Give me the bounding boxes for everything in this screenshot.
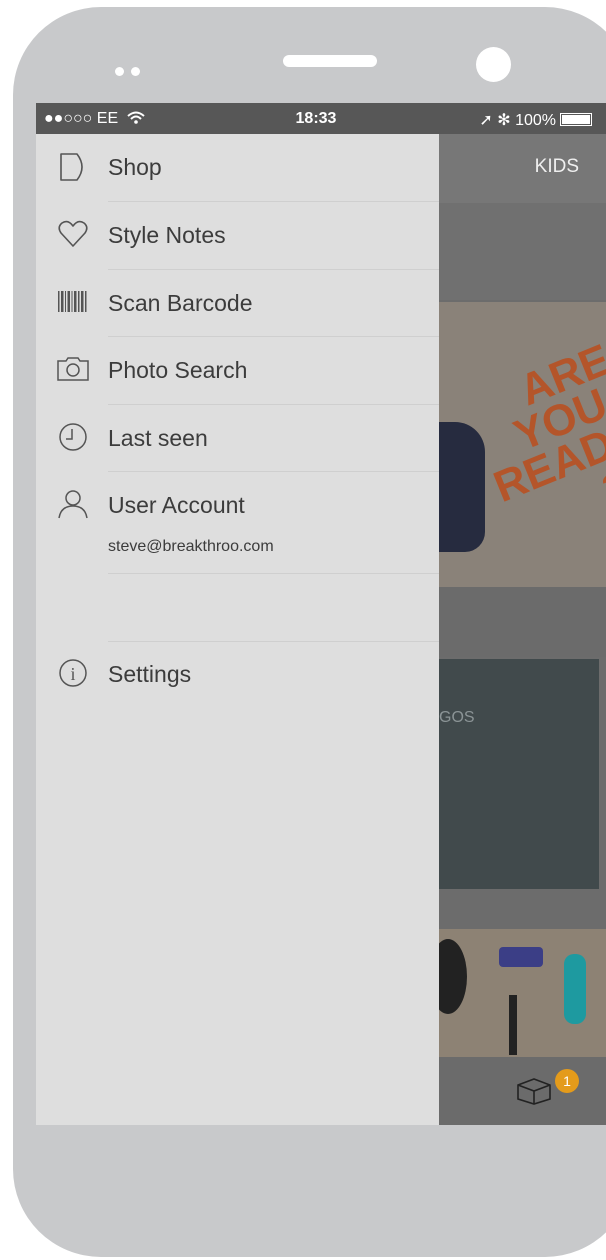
menu-item-settings[interactable]: i Settings — [36, 653, 439, 720]
side-menu-drawer: Shop Style Notes Scan Barcode Photo Sear… — [36, 134, 439, 1125]
background-bottom-bar: 1 — [439, 1057, 606, 1125]
product-shoe — [564, 954, 586, 1024]
menu-item-style-notes[interactable]: Style Notes — [36, 202, 439, 269]
play-outline-icon — [60, 153, 83, 181]
barcode-icon — [58, 291, 87, 312]
status-right: ➚ ✻ 100% — [479, 110, 592, 130]
background-header — [439, 134, 606, 203]
product-cap — [439, 939, 467, 1014]
status-bar: ●●○○○ EE 18:33 ➚ ✻ 100% — [36, 103, 606, 134]
category-tile[interactable]: GOS — [439, 659, 599, 889]
screen: ●●○○○ EE 18:33 ➚ ✻ 100% KIDS ARE YOU REA… — [36, 103, 606, 1125]
menu-item-label: User Account — [108, 492, 245, 518]
category-tile-label: GOS — [439, 709, 475, 726]
phone-camera — [476, 47, 511, 82]
background-strip — [439, 587, 606, 657]
menu-item-label: Shop — [108, 154, 162, 180]
menu-item-label: Settings — [108, 661, 192, 687]
menu-item-label: Scan Barcode — [108, 290, 253, 316]
menu-item-user-account[interactable]: User Account steve@breakthroo.com — [36, 472, 439, 572]
menu-item-label: Photo Search — [108, 357, 248, 383]
menu-item-label: Last seen — [108, 425, 208, 451]
camera-icon — [57, 357, 89, 381]
battery-icon — [560, 113, 592, 126]
clock-icon — [59, 423, 87, 451]
cart-count-badge: 1 — [555, 1069, 579, 1093]
menu-item-scan-barcode[interactable]: Scan Barcode — [36, 270, 439, 337]
phone-speaker — [283, 55, 377, 67]
background-band — [439, 203, 606, 300]
svg-text:i: i — [70, 664, 75, 684]
sensor-dots — [115, 63, 147, 81]
product-case — [499, 947, 543, 967]
menu-item-photo-search[interactable]: Photo Search — [36, 337, 439, 404]
tab-kids[interactable]: KIDS — [535, 156, 579, 178]
user-icon — [58, 490, 88, 519]
menu-item-shop[interactable]: Shop — [36, 134, 439, 201]
user-email: steve@breakthroo.com — [108, 538, 274, 555]
info-circle-icon: i — [59, 659, 87, 687]
basket-box-icon[interactable] — [515, 1075, 553, 1105]
divider — [108, 573, 439, 574]
products-banner[interactable] — [439, 929, 606, 1057]
menu-item-last-seen[interactable]: Last seen — [36, 405, 439, 472]
menu-item-label: Style Notes — [108, 222, 226, 248]
promo-banner[interactable]: ARE YOU READY ? — [439, 302, 606, 587]
divider — [108, 641, 439, 642]
product-watch — [509, 995, 517, 1055]
heart-outline-icon — [58, 220, 88, 247]
